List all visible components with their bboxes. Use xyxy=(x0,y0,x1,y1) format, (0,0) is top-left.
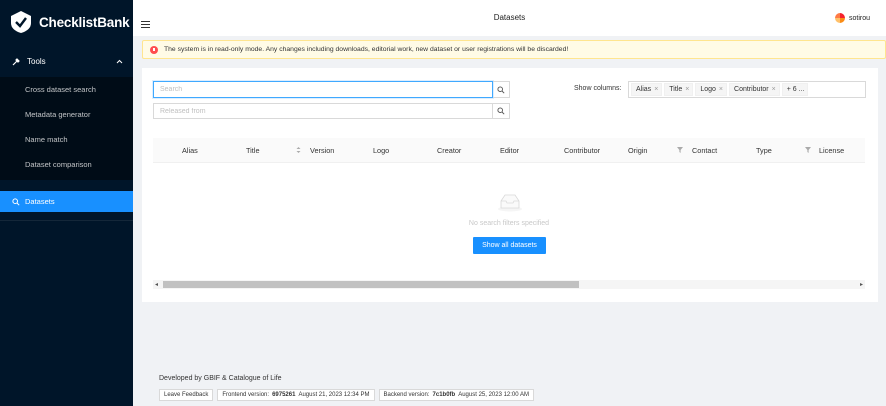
released-from-input[interactable] xyxy=(154,104,492,118)
show-columns-select[interactable]: Alias × Title × Logo × Contributor × + 6 ... xyxy=(628,81,866,98)
column-tag-title[interactable]: Title × xyxy=(664,83,694,96)
menu-tools-label: Tools xyxy=(27,57,46,66)
menu-item-dataset-comparison[interactable]: Dataset comparison xyxy=(0,152,133,177)
column-header-logo[interactable]: Logo xyxy=(373,146,389,155)
menu-item-metadata-generator[interactable]: Metadata generator xyxy=(0,102,133,127)
column-header-title[interactable]: Title xyxy=(246,146,260,155)
column-header-contributor[interactable]: Contributor xyxy=(564,146,600,155)
column-header-contact[interactable]: Contact xyxy=(692,146,717,155)
search-box xyxy=(153,81,493,98)
scroll-left-icon[interactable]: ◂ xyxy=(155,281,158,288)
scroll-right-icon[interactable]: ▸ xyxy=(860,281,863,288)
footer-developed-by: Developed by GBIF & Catalogue of Life xyxy=(159,375,282,382)
search-input[interactable] xyxy=(154,82,492,97)
empty-inbox-icon xyxy=(498,194,522,212)
sidebar: ChecklistBank Tools Cross dataset search… xyxy=(0,0,133,406)
alert-message: The system is in read-only mode. Any cha… xyxy=(164,46,569,53)
table-header: Alias Title Version Logo Creator Editor … xyxy=(153,138,865,163)
menu-toggle-icon[interactable] xyxy=(141,21,150,30)
show-columns-label: Show columns: xyxy=(574,85,622,92)
column-tag-contributor[interactable]: Contributor × xyxy=(729,83,780,96)
tools-submenu: Cross dataset search Metadata generator … xyxy=(0,77,133,180)
column-header-alias[interactable]: Alias xyxy=(182,146,198,155)
menu-tools[interactable]: Tools xyxy=(0,46,133,77)
leave-feedback-link[interactable]: Leave Feedback xyxy=(159,389,214,401)
show-all-datasets-button[interactable]: Show all datasets xyxy=(473,237,546,254)
user-avatar-icon xyxy=(834,13,845,23)
menu-item-cross-dataset-search[interactable]: Cross dataset search xyxy=(0,77,133,102)
backend-version: Backend version: 7c1b0fb August 25, 2023 1… xyxy=(378,389,534,401)
search-icon xyxy=(12,197,22,206)
filter-icon[interactable] xyxy=(677,147,683,153)
search-icon xyxy=(497,85,505,94)
column-tag-logo[interactable]: Logo × xyxy=(695,83,728,96)
released-from-box xyxy=(153,103,510,119)
close-icon[interactable]: × xyxy=(685,86,689,93)
menu-item-name-match[interactable]: Name match xyxy=(0,127,133,152)
filter-icon[interactable] xyxy=(805,147,811,153)
top-header: Datasets sotirou xyxy=(133,0,886,36)
menu-item-datasets[interactable]: Datasets xyxy=(0,191,133,212)
footer-chips: Leave Feedback Frontend version: 6975261 A… xyxy=(159,389,538,401)
column-header-editor[interactable]: Editor xyxy=(500,146,519,155)
chevron-up-icon xyxy=(116,57,123,66)
warning-icon xyxy=(150,45,158,54)
close-icon[interactable]: × xyxy=(772,86,776,93)
horizontal-scrollbar[interactable]: ◂ ▸ xyxy=(153,280,865,289)
brand-name: ChecklistBank xyxy=(39,14,130,30)
datasets-card: Show columns: Alias× Title× Logo× Contri… xyxy=(142,68,878,302)
column-header-origin[interactable]: Origin xyxy=(628,146,647,155)
frontend-version: Frontend version: 6975261 August 21, 2023 … xyxy=(217,389,375,401)
search-icon xyxy=(497,107,505,115)
column-header-license[interactable]: License xyxy=(819,146,844,155)
user-name: sotirou xyxy=(848,14,870,22)
scrollbar-thumb[interactable] xyxy=(163,281,579,288)
user-menu[interactable]: sotirou xyxy=(834,12,870,24)
empty-state-text: No search filters specified xyxy=(468,220,550,227)
column-header-creator[interactable]: Creator xyxy=(437,146,461,155)
page-title: Datasets xyxy=(493,13,526,22)
checklistbank-logo-icon xyxy=(11,11,31,33)
sort-icon[interactable] xyxy=(296,146,301,154)
tools-icon xyxy=(12,57,22,66)
released-search-button[interactable] xyxy=(492,104,509,118)
column-header-type[interactable]: Type xyxy=(756,146,772,155)
menu-divider xyxy=(0,220,133,221)
search-button[interactable] xyxy=(493,81,510,98)
read-only-alert: The system is in read-only mode. Any cha… xyxy=(142,40,886,59)
column-tag-more[interactable]: + 6 ... xyxy=(781,83,809,96)
close-icon[interactable]: × xyxy=(719,86,723,93)
close-icon[interactable]: × xyxy=(654,86,658,93)
brand-logo[interactable]: ChecklistBank xyxy=(0,0,133,44)
column-header-version[interactable]: Version xyxy=(310,146,334,155)
column-tag-alias[interactable]: Alias × xyxy=(631,83,663,96)
